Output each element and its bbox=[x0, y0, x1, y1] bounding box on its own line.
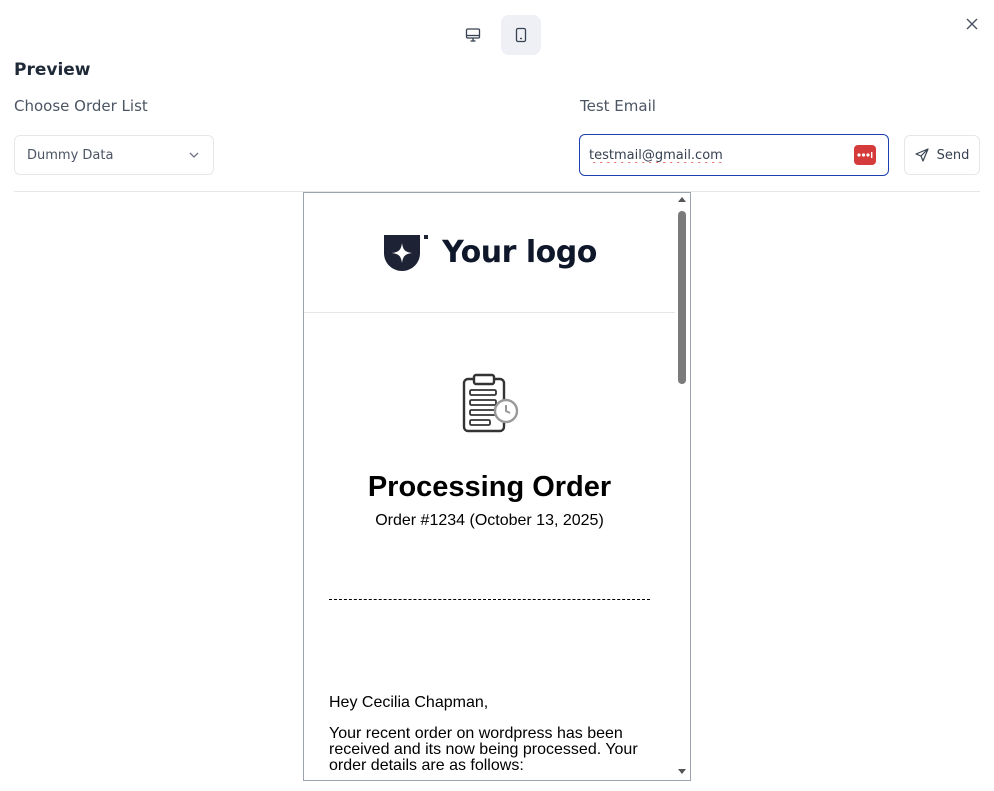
mobile-icon bbox=[515, 27, 527, 43]
scroll-down-arrow-icon[interactable] bbox=[678, 769, 686, 774]
send-button-label: Send bbox=[936, 147, 970, 163]
scroll-up-arrow-icon[interactable] bbox=[678, 197, 686, 202]
order-list-label: Choose Order List bbox=[14, 97, 148, 115]
email-preview-frame: Your logo Processing Order Order #1234 (… bbox=[303, 192, 691, 781]
order-list-select[interactable]: Dummy Data bbox=[14, 135, 214, 175]
mobile-view-button[interactable] bbox=[501, 15, 541, 55]
email-preview-content: Your logo Processing Order Order #1234 (… bbox=[304, 193, 675, 780]
logo-text: Your logo bbox=[442, 235, 597, 270]
logo-mark-icon bbox=[384, 234, 429, 271]
order-subheading: Order #1234 (October 13, 2025) bbox=[375, 512, 604, 529]
preview-scrollbar[interactable] bbox=[675, 193, 690, 780]
close-icon bbox=[966, 18, 978, 30]
send-button[interactable]: Send bbox=[904, 135, 980, 175]
desktop-view-button[interactable] bbox=[453, 15, 493, 55]
device-toggle bbox=[453, 15, 541, 55]
dashed-divider bbox=[329, 599, 650, 600]
test-email-field[interactable] bbox=[579, 134, 889, 176]
email-greeting: Hey Cecilia Chapman, bbox=[329, 694, 489, 711]
order-list-selected-value: Dummy Data bbox=[27, 147, 114, 163]
clipboard-clock-icon bbox=[462, 373, 519, 433]
scroll-thumb[interactable] bbox=[678, 211, 686, 384]
close-button[interactable] bbox=[962, 14, 982, 34]
chevron-down-icon bbox=[189, 152, 199, 158]
email-heading: Processing Order bbox=[367, 471, 612, 503]
send-icon bbox=[915, 148, 929, 162]
desktop-icon bbox=[465, 28, 481, 42]
email-body-text: Your recent order on wordpress has been … bbox=[329, 725, 638, 774]
test-email-label: Test Email bbox=[580, 97, 656, 115]
logo-area: Your logo bbox=[304, 193, 675, 313]
password-manager-icon[interactable] bbox=[854, 145, 876, 165]
page-title: Preview bbox=[14, 60, 91, 80]
test-email-input[interactable] bbox=[589, 147, 854, 163]
